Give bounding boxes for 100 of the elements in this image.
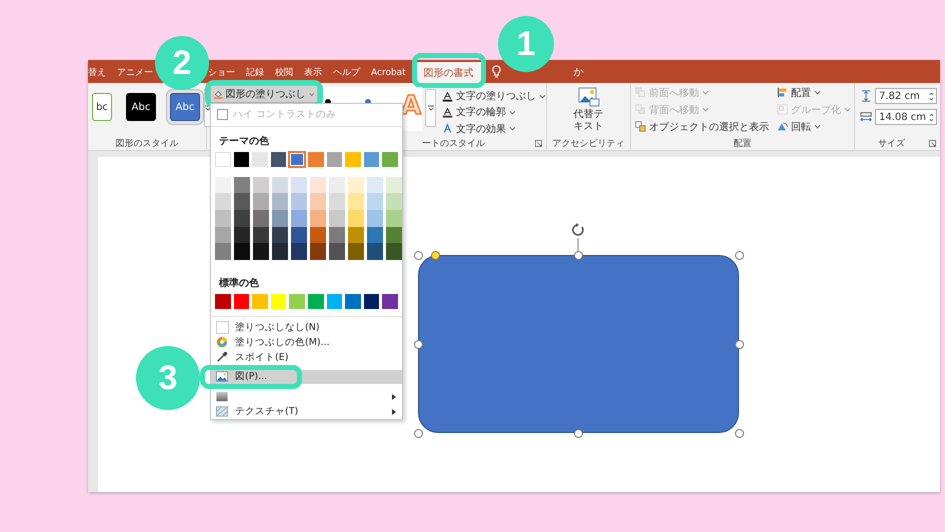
color-swatch[interactable] — [289, 152, 306, 167]
ribbon-tab[interactable]: 校閲 — [275, 62, 293, 83]
color-swatch[interactable] — [272, 226, 288, 244]
color-swatch[interactable] — [234, 226, 250, 244]
color-swatch[interactable] — [386, 176, 402, 194]
ribbon-command[interactable]: 文字の塗りつぶし — [442, 89, 546, 104]
dialog-launcher-icon[interactable] — [929, 140, 936, 146]
ribbon-tab[interactable]: 記録 — [246, 62, 264, 83]
color-swatch[interactable] — [326, 152, 342, 167]
ribbon-tab[interactable]: 表示 — [304, 62, 322, 83]
color-swatch[interactable] — [310, 210, 326, 227]
color-swatch[interactable] — [272, 210, 288, 227]
adjust-handle[interactable] — [431, 251, 440, 260]
color-swatch[interactable] — [270, 294, 286, 309]
lightbulb-icon[interactable] — [492, 65, 501, 78]
color-swatch[interactable] — [367, 226, 383, 244]
resize-handle[interactable] — [414, 340, 423, 349]
color-swatch[interactable] — [386, 226, 402, 244]
color-swatch[interactable] — [329, 193, 345, 210]
color-swatch[interactable] — [253, 210, 269, 227]
color-swatch[interactable] — [382, 152, 398, 167]
color-swatch[interactable] — [291, 210, 307, 227]
color-swatch[interactable] — [310, 243, 326, 260]
menu-item[interactable]: テクスチャ(T) — [211, 404, 402, 419]
color-swatch[interactable] — [215, 176, 231, 194]
color-swatch[interactable] — [234, 294, 250, 309]
color-swatch[interactable] — [215, 210, 231, 227]
alt-text-button[interactable]: 代替テ キスト — [568, 83, 610, 136]
color-swatch[interactable] — [253, 193, 269, 210]
ribbon-command[interactable]: オブジェクトの選択と表示 — [635, 119, 769, 134]
resize-handle[interactable] — [735, 251, 744, 260]
spinner-icon[interactable] — [929, 112, 934, 122]
shape-style-swatch[interactable]: bc — [92, 93, 112, 121]
ribbon-tab[interactable]: ヘルプ — [333, 62, 360, 83]
color-swatch[interactable] — [215, 152, 231, 167]
ribbon-command[interactable]: 文字の輪郭 — [442, 105, 546, 120]
color-swatch[interactable] — [345, 152, 361, 167]
color-swatch[interactable] — [310, 226, 326, 244]
color-swatch[interactable] — [364, 152, 380, 167]
color-swatch[interactable] — [367, 176, 383, 194]
ribbon-command[interactable]: 文字の効果 — [442, 122, 546, 136]
color-swatch[interactable] — [310, 176, 326, 194]
color-swatch[interactable] — [291, 226, 307, 244]
resize-handle[interactable] — [574, 429, 583, 438]
menu-item[interactable]: スポイト(E) — [211, 350, 402, 365]
color-swatch[interactable] — [326, 294, 342, 309]
color-swatch[interactable] — [348, 193, 364, 210]
color-swatch[interactable] — [253, 226, 269, 244]
color-swatch[interactable] — [215, 294, 231, 309]
dialog-launcher-icon[interactable] — [535, 140, 542, 146]
color-swatch[interactable] — [310, 193, 326, 210]
resize-handle[interactable] — [735, 340, 744, 349]
shape-style-swatch[interactable]: Abc — [126, 93, 156, 121]
color-swatch[interactable] — [291, 176, 307, 194]
color-swatch[interactable] — [329, 210, 345, 227]
ribbon-tab[interactable]: 替え — [88, 62, 106, 83]
color-swatch[interactable] — [348, 243, 364, 260]
ribbon-command[interactable]: 回転 — [777, 119, 851, 134]
ribbon-command[interactable]: 配置 — [777, 85, 851, 100]
color-swatch[interactable] — [329, 226, 345, 244]
resize-handle[interactable] — [574, 251, 583, 260]
color-swatch[interactable] — [215, 226, 231, 244]
color-swatch[interactable] — [234, 210, 250, 227]
size-field[interactable]: 7.82 cm — [875, 88, 937, 104]
color-swatch[interactable] — [234, 152, 250, 167]
rotate-handle[interactable] — [570, 223, 586, 253]
color-swatch[interactable] — [348, 210, 364, 227]
color-swatch[interactable] — [252, 152, 268, 167]
ribbon-tab[interactable]: ショー — [208, 62, 235, 83]
color-swatch[interactable] — [382, 294, 398, 309]
color-swatch[interactable] — [272, 176, 288, 194]
color-swatch[interactable] — [289, 294, 305, 309]
color-swatch[interactable] — [329, 176, 345, 194]
color-swatch[interactable] — [367, 210, 383, 227]
color-swatch[interactable] — [252, 294, 268, 309]
color-swatch[interactable] — [272, 243, 288, 260]
resize-handle[interactable] — [735, 429, 744, 438]
ribbon-tab[interactable]: Acrobat — [371, 62, 406, 83]
color-swatch[interactable] — [253, 243, 269, 260]
tell-me-text[interactable]: か — [574, 64, 584, 78]
color-swatch[interactable] — [253, 176, 269, 194]
color-swatch[interactable] — [308, 152, 324, 167]
shape-fill-button[interactable]: 図形の塗りつぶし — [205, 80, 323, 108]
ribbon-tab[interactable]: 図形の書式 — [412, 53, 486, 88]
color-swatch[interactable] — [386, 243, 402, 260]
resize-handle[interactable] — [414, 429, 423, 438]
color-swatch[interactable] — [367, 243, 383, 260]
color-swatch[interactable] — [329, 243, 345, 260]
color-swatch[interactable] — [234, 193, 250, 210]
color-swatch[interactable] — [234, 176, 250, 194]
gallery-more-button[interactable] — [425, 89, 436, 127]
menu-item[interactable]: 塗りつぶしなし(N) — [211, 320, 402, 335]
size-field[interactable]: 14.08 cm — [875, 109, 937, 125]
color-swatch[interactable] — [367, 193, 383, 210]
color-swatch[interactable] — [272, 193, 288, 210]
color-swatch[interactable] — [215, 243, 231, 260]
color-swatch[interactable] — [291, 193, 307, 210]
color-swatch[interactable] — [348, 226, 364, 244]
ribbon-tab[interactable]: アニメー — [117, 62, 153, 83]
color-swatch[interactable] — [270, 152, 286, 167]
